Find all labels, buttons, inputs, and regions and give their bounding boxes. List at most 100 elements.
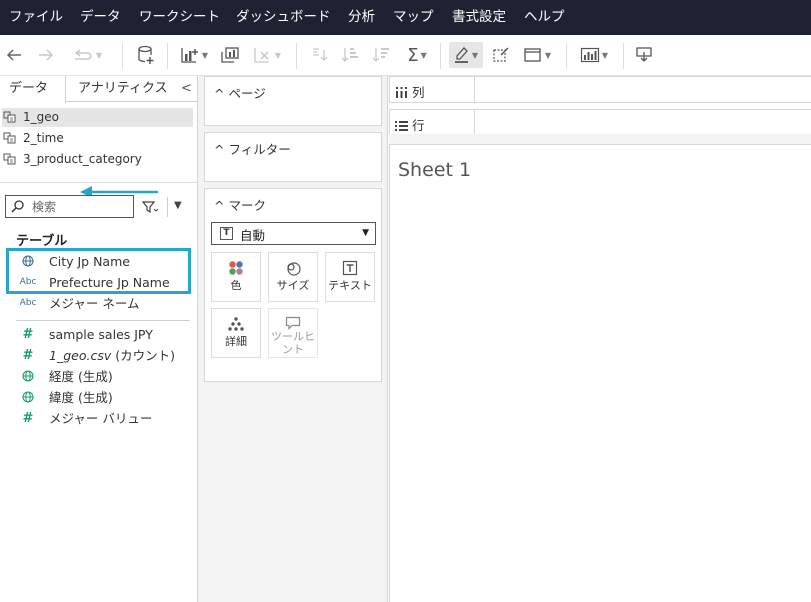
datasource-icon [3, 153, 16, 165]
field-longitude[interactable]: 経度 (生成) [0, 366, 198, 387]
sort-desc-icon[interactable] [370, 42, 392, 68]
chevron-up-icon[interactable]: ^ [214, 142, 224, 157]
pages-shelf-label: ページ [228, 86, 266, 101]
marks-text-button[interactable]: テキスト [325, 252, 375, 302]
search-input[interactable] [32, 198, 130, 215]
datasource-label: 3_product_category [23, 152, 142, 166]
field-measure-values[interactable]: # メジャー バリュー [0, 408, 198, 429]
marks-tooltip-label: ツールヒ ント [271, 330, 315, 356]
tab-data[interactable]: データ [0, 76, 66, 103]
shelf-divider [474, 77, 475, 102]
menu-bar: ファイル データ ワークシート ダッシュボード 分析 マップ 書式設定 ヘルプ [0, 0, 811, 35]
marks-tooltip-button[interactable]: ツールヒ ント [268, 308, 318, 358]
menu-file[interactable]: ファイル [9, 0, 63, 35]
field-search-box[interactable] [5, 195, 134, 218]
globe-icon [18, 366, 38, 388]
marks-color-label: 色 [230, 279, 242, 292]
text-mark-icon: T [220, 227, 233, 240]
annotate-icon[interactable] [490, 42, 512, 68]
menu-worksheet[interactable]: ワークシート [139, 0, 220, 35]
redo-icon[interactable]: ▼ [66, 42, 108, 68]
marks-card-title: ^ マーク [214, 195, 266, 214]
abc-icon: Abc [19, 298, 37, 308]
datasource-item-1-geo[interactable]: 1_geo [2, 108, 193, 127]
collapse-pane-button[interactable]: < [181, 76, 192, 102]
chevron-down-icon: ▼ [362, 228, 369, 238]
field-label: 1_geo.csv (カウント) [49, 345, 175, 366]
back-icon[interactable] [4, 42, 24, 68]
columns-icon [396, 87, 407, 98]
presentation-icon[interactable] [633, 42, 655, 68]
datasource-item-2-time[interactable]: 2_time [2, 129, 193, 148]
new-worksheet-icon[interactable]: ▼ [179, 42, 209, 68]
field-label: 緯度 (生成) [49, 390, 113, 405]
highlight-icon[interactable]: ▼ [449, 42, 483, 68]
hash-icon: # [22, 327, 34, 342]
hash-icon: # [22, 348, 34, 363]
filter-fields-button[interactable] [137, 197, 163, 217]
view-canvas[interactable]: Sheet 1 [389, 144, 811, 602]
rows-label-text: 行 [411, 118, 425, 133]
field-sample-sales-jpy[interactable]: # sample sales JPY [0, 324, 198, 345]
mark-type-select[interactable]: T 自動 ▼ [211, 222, 376, 245]
pane-divider [0, 182, 198, 183]
toolbar-separator [122, 43, 123, 69]
new-datasource-icon[interactable] [133, 42, 159, 68]
datasource-icon [3, 132, 16, 144]
sheet-title[interactable]: Sheet 1 [398, 159, 471, 181]
worksheet-area: 列 行 Sheet 1 [389, 76, 811, 602]
rows-icon [395, 121, 408, 131]
forward-icon[interactable] [36, 42, 56, 68]
columns-label-text: 列 [411, 85, 425, 100]
marks-card-label: マーク [228, 198, 266, 213]
toolbar-separator [623, 43, 624, 69]
clear-sheet-icon[interactable]: ▼ [250, 42, 284, 68]
filter-icon [142, 201, 158, 214]
datasource-label: 2_time [23, 131, 64, 145]
hash-icon: # [22, 411, 34, 426]
field-measure-names[interactable]: Abc メジャー ネーム [0, 293, 198, 314]
marks-detail-button[interactable]: 詳細 [211, 308, 261, 358]
field-latitude[interactable]: 緯度 (生成) [0, 387, 198, 408]
field-label: メジャー ネーム [49, 296, 140, 311]
toolbar-separator [296, 43, 297, 69]
field-label: sample sales JPY [49, 327, 153, 342]
swap-icon[interactable] [308, 42, 330, 68]
field-record-count[interactable]: # 1_geo.csv (カウント) [0, 345, 198, 366]
menu-data[interactable]: データ [80, 0, 121, 35]
duplicate-icon[interactable] [218, 42, 242, 68]
sort-asc-icon[interactable] [339, 42, 361, 68]
field-divider [16, 320, 190, 321]
chevron-down-icon[interactable]: ▼ [174, 200, 182, 211]
menu-help[interactable]: ヘルプ [524, 0, 565, 35]
shelf-divider [474, 110, 475, 135]
chevron-up-icon[interactable]: ^ [214, 198, 224, 213]
marks-size-label: サイズ [276, 279, 310, 292]
menu-map[interactable]: マップ [393, 0, 434, 35]
totals-icon[interactable]: Σ ▼ [402, 42, 432, 68]
annotation-highlight-box [6, 248, 191, 294]
datasource-item-3-product-category[interactable]: 3_product_category [2, 150, 193, 169]
fit-icon[interactable]: ▼ [520, 42, 554, 68]
show-me-icon[interactable]: ▼ [576, 42, 612, 68]
columns-shelf[interactable]: 列 [389, 76, 811, 103]
pages-shelf[interactable]: ^ ページ [204, 76, 382, 126]
menu-format[interactable]: 書式設定 [452, 0, 506, 35]
chevron-up-icon[interactable]: ^ [214, 86, 224, 101]
filters-shelf[interactable]: ^ フィルター [204, 132, 382, 182]
rows-shelf[interactable]: 行 [389, 109, 811, 136]
globe-icon [18, 387, 38, 409]
shelf-gap [389, 134, 811, 144]
data-pane: データ アナリティクス < 1_geo 2_time 3_product_cat… [0, 76, 198, 602]
field-label: 経度 (生成) [49, 369, 113, 384]
pages-shelf-title: ^ ページ [214, 83, 266, 102]
shelves-column: ^ ページ ^ フィルター ^ マーク T 自動 ▼ 色 サイズ テキスト 詳細… [198, 76, 388, 602]
marks-color-button[interactable]: 色 [211, 252, 261, 302]
toolbar-separator [167, 43, 168, 69]
menu-dashboard[interactable]: ダッシュボード [236, 0, 331, 35]
marks-detail-label: 詳細 [225, 335, 247, 348]
menu-analysis[interactable]: 分析 [348, 0, 375, 35]
tab-analytics[interactable]: アナリティクス [78, 76, 168, 102]
filters-shelf-label: フィルター [228, 142, 291, 157]
marks-size-button[interactable]: サイズ [268, 252, 318, 302]
